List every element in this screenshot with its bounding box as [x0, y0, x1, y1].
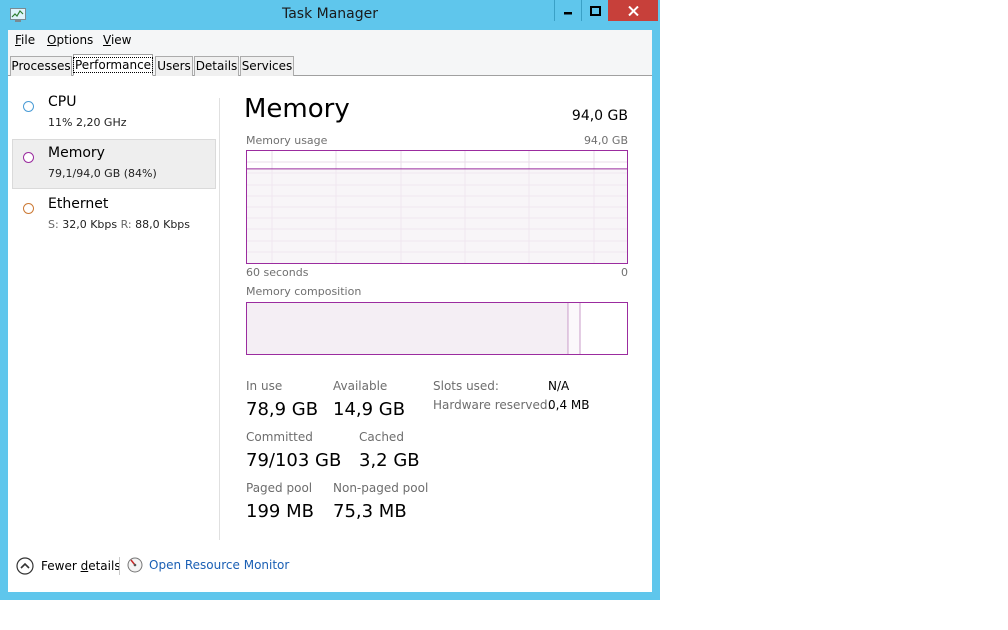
- slots-used-label: Slots used:: [433, 379, 499, 393]
- ethernet-receive-value: 88,0 Kbps: [135, 218, 191, 231]
- panel-total: 94,0 GB: [571, 108, 628, 124]
- sidebar-item-cpu-sub: 11% 2,20 GHz: [48, 116, 127, 129]
- tab-processes-label: Processes: [11, 59, 71, 73]
- close-button[interactable]: [608, 0, 658, 21]
- close-icon: [627, 5, 639, 16]
- open-resource-monitor-label: Open Resource Monitor: [149, 558, 290, 572]
- fewer-details-button[interactable]: Fewer details: [16, 557, 121, 575]
- fewer-details-post: etails: [88, 559, 121, 573]
- footer-separator: [119, 557, 120, 575]
- memory-composition-bar: [246, 302, 628, 355]
- cpu-indicator-icon: [23, 101, 34, 112]
- menu-file-rest: ile: [21, 33, 36, 47]
- menu-view[interactable]: View: [103, 33, 131, 47]
- graph-axis-left: 60 seconds: [246, 266, 309, 279]
- memory-usage-label: Memory usage: [246, 134, 328, 147]
- sidebar-item-ethernet-sub: S: 32,0 Kbps R: 88,0 Kbps: [48, 218, 190, 231]
- composition-modified: [569, 303, 580, 354]
- title-bar[interactable]: Task Manager: [0, 0, 660, 30]
- slots-used-value: N/A: [548, 379, 570, 393]
- composition-in-use: [247, 303, 568, 354]
- ethernet-send-value: 32,0 Kbps: [62, 218, 118, 231]
- available-label: Available: [333, 379, 388, 393]
- chevron-up-icon: [16, 557, 34, 575]
- tab-processes[interactable]: Processes: [10, 56, 72, 76]
- sidebar-item-memory[interactable]: Memory 79,1/94,0 GB (84%): [12, 139, 216, 189]
- cached-label: Cached: [359, 430, 404, 444]
- committed-label: Committed: [246, 430, 313, 444]
- memory-usage-max: 94,0 GB: [583, 134, 628, 147]
- fewer-details-pre: Fewer: [41, 559, 81, 573]
- sidebar-item-ethernet-title: Ethernet: [48, 196, 109, 212]
- tab-users-label: Users: [157, 59, 191, 73]
- sidebar-item-cpu[interactable]: CPU 11% 2,20 GHz: [12, 88, 216, 138]
- ethernet-send-label: S:: [48, 218, 59, 231]
- menu-view-mnemonic: V: [103, 33, 111, 47]
- open-resource-monitor-link[interactable]: Open Resource Monitor: [127, 557, 289, 573]
- hardware-reserved-label: Hardware reserved:: [433, 398, 552, 412]
- minimize-icon: [564, 11, 572, 14]
- fewer-details-label: Fewer details: [41, 559, 121, 573]
- menu-options-rest: ptions: [56, 33, 94, 47]
- ethernet-receive-label: R:: [120, 218, 132, 231]
- sidebar-item-cpu-title: CPU: [48, 94, 77, 110]
- maximize-button[interactable]: [581, 0, 608, 21]
- tab-details-label: Details: [195, 59, 238, 73]
- memory-composition-label: Memory composition: [246, 285, 362, 298]
- menu-view-rest: iew: [110, 33, 132, 47]
- tab-services[interactable]: Services: [240, 56, 294, 76]
- sidebar-item-memory-sub: 79,1/94,0 GB (84%): [48, 167, 157, 180]
- tab-details[interactable]: Details: [194, 56, 239, 76]
- sidebar-item-memory-title: Memory: [48, 145, 105, 161]
- panel-title: Memory: [244, 94, 350, 124]
- committed-value: 79/103 GB: [246, 450, 342, 471]
- tab-performance[interactable]: Performance: [72, 54, 154, 76]
- minimize-button[interactable]: [554, 0, 581, 21]
- available-value: 14,9 GB: [333, 399, 406, 420]
- memory-usage-fill: [247, 168, 627, 263]
- menu-options[interactable]: Options: [47, 33, 93, 47]
- non-paged-pool-value: 75,3 MB: [333, 501, 407, 522]
- menu-file[interactable]: File: [15, 33, 35, 47]
- cached-value: 3,2 GB: [359, 450, 420, 471]
- hardware-reserved-value: 0,4 MB: [548, 398, 590, 412]
- client-area: File Options View Processes Performance …: [8, 30, 652, 592]
- paged-pool-label: Paged pool: [246, 481, 313, 495]
- resource-monitor-icon: [127, 557, 143, 573]
- graph-axis-right: 0: [621, 266, 628, 279]
- paged-pool-value: 199 MB: [246, 501, 314, 522]
- menu-bar: File Options View: [8, 30, 652, 51]
- task-manager-window: Task Manager File Options View Processes…: [0, 0, 660, 600]
- non-paged-pool-label: Non-paged pool: [333, 481, 429, 495]
- tab-services-label: Services: [241, 59, 293, 73]
- tab-performance-label: Performance: [72, 57, 154, 73]
- tab-bar: Processes Performance Users Details Serv…: [8, 51, 652, 76]
- tab-users[interactable]: Users: [155, 56, 193, 76]
- memory-usage-graph: [246, 150, 628, 264]
- in-use-label: In use: [246, 379, 283, 393]
- sidebar-item-ethernet[interactable]: Ethernet S: 32,0 Kbps R: 88,0 Kbps: [12, 190, 216, 240]
- maximize-icon: [589, 5, 601, 16]
- in-use-value: 78,9 GB: [246, 399, 319, 420]
- memory-indicator-icon: [23, 152, 34, 163]
- panel-divider: [219, 98, 220, 540]
- ethernet-indicator-icon: [23, 203, 34, 214]
